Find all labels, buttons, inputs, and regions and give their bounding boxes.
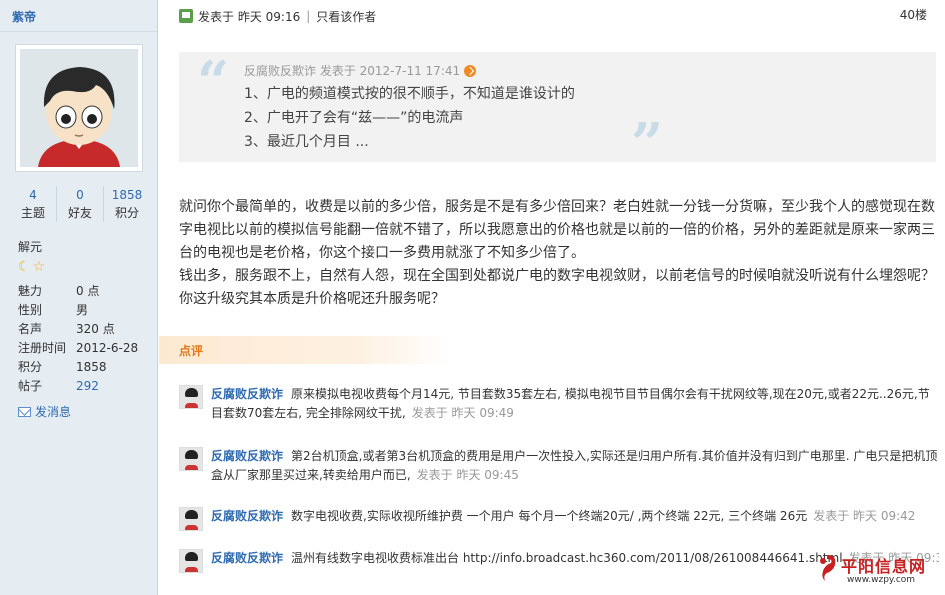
stat-topics-count: 4 (29, 188, 37, 202)
send-message-label: 发消息 (35, 405, 72, 419)
info-value: 1858 (76, 360, 107, 374)
info-value: 2012-6-28 (76, 341, 139, 355)
stat-points[interactable]: 1858 积分 (104, 186, 150, 222)
header-separator: | (306, 9, 311, 23)
site-title: 平阳信息网 (841, 557, 927, 576)
quote-block: “ 反腐败反欺诈 发表于 2012-7-11 17:41 1、广电的频道模式按的… (179, 49, 936, 174)
envelope-icon (18, 406, 31, 417)
info-value: 0 点 (76, 284, 100, 298)
comment-text: 数字电视收费,实际收视所维护费 一个用户 每个月一个终端20元/ ,两个终端 2… (291, 509, 808, 523)
comment-text: 第2台机顶盒,或者第3台机顶盒的费用是用户一次性投入,实际还是归用户所有.其价值… (211, 449, 938, 482)
avatar-image (20, 49, 138, 167)
stat-topics[interactable]: 4 主题 (10, 186, 57, 222)
commenter-avatar[interactable] (179, 549, 203, 573)
comment-time: 发表于 昨天 09:49 (411, 406, 514, 420)
info-key: 积分 (18, 360, 43, 374)
comments-label: 点评 (179, 344, 204, 358)
author-name-link[interactable]: 紫帝 (12, 10, 36, 24)
commenter-name[interactable]: 反腐败反欺诈 (211, 449, 283, 463)
stat-friends-count: 0 (76, 188, 84, 202)
author-row: 紫帝 (0, 0, 157, 32)
info-key: 名声 (18, 322, 43, 336)
commenter-avatar[interactable] (179, 447, 203, 471)
site-url: www.wzpy.com (847, 575, 916, 585)
jump-to-post-icon[interactable] (464, 64, 477, 77)
info-key: 性别 (18, 303, 43, 317)
quote-line: 3、最近几个月目 ... (244, 134, 369, 150)
only-author-link[interactable]: 只看该作者 (316, 8, 376, 25)
info-row-reputation: 名声 320 点 (18, 320, 148, 339)
info-value: 男 (76, 303, 89, 317)
info-row-posts: 帖子 292 (18, 377, 148, 396)
quote-header: 反腐败反欺诈 发表于 2012-7-11 17:41 (244, 62, 477, 79)
comment-item: 反腐败反欺诈 第2台机顶盒,或者第3台机顶盒的费用是用户一次性投入,实际还是归用户… (179, 447, 939, 507)
author-info-table: 魅力 0 点 性别 男 名声 320 点 注册时间 2012-6-28 积分 1… (18, 282, 148, 396)
posts-count-link[interactable]: 292 (76, 377, 99, 396)
post-paragraph: 钱出多，服务跟不上，自然有人怨，现在全国到处都说广电的数字电视敛财，以前老信号的… (179, 268, 935, 307)
stat-points-label: 积分 (114, 206, 139, 220)
info-key: 帖子 (18, 379, 43, 393)
site-watermark: 平阳信息网 www.wzpy.com (811, 551, 939, 591)
post-header: 发表于 昨天 09:16 | 只看该作者 40楼 (179, 6, 939, 26)
post-time: 发表于 昨天 09:16 (198, 9, 301, 24)
commenter-name[interactable]: 反腐败反欺诈 (211, 387, 283, 401)
star-icon: ☆ (32, 259, 46, 275)
stat-friends-label: 好友 (67, 206, 92, 220)
send-message-link[interactable]: 发消息 (18, 403, 71, 420)
comment-time: 发表于 昨天 09:45 (416, 468, 519, 482)
user-rank: 解元 (18, 240, 43, 254)
quote-line: 2、广电开了会有“兹——”的电流声 (244, 110, 464, 126)
post-main: 发表于 昨天 09:16 | 只看该作者 40楼 “ 反腐败反欺诈 发表于 20… (159, 0, 945, 595)
quote-lines: 1、广电的频道模式按的很不顺手，不知道是谁设计的 2、广电开了会有“兹——”的电… (244, 82, 575, 154)
info-row-charm: 魅力 0 点 (18, 282, 148, 301)
avatar[interactable] (15, 44, 143, 172)
rank-icons: ☾ ☆ (18, 260, 45, 274)
moon-icon: ☾ (18, 259, 31, 275)
comments-header: 点评 (159, 336, 449, 364)
author-stats: 4 主题 0 好友 1858 积分 (10, 186, 150, 222)
info-value: 320 点 (76, 322, 115, 336)
commenter-name[interactable]: 反腐败反欺诈 (211, 551, 283, 565)
info-row-gender: 性别 男 (18, 301, 148, 320)
commenter-avatar[interactable] (179, 385, 203, 409)
stat-points-count: 1858 (111, 188, 143, 202)
comment-text: 温州有线数字电视收费标准出台 http://info.broadcast.hc3… (291, 551, 843, 565)
floor-number[interactable]: 40楼 (900, 6, 927, 23)
quote-open-mark: “ (197, 49, 230, 115)
comment-time: 发表于 昨天 09:42 (813, 509, 916, 523)
stat-topics-label: 主题 (20, 206, 45, 220)
info-key: 魅力 (18, 284, 43, 298)
commenter-name[interactable]: 反腐败反欺诈 (211, 509, 283, 523)
quote-author: 反腐败反欺诈 发表于 2012-7-11 17:41 (244, 64, 461, 78)
commenter-avatar[interactable] (179, 507, 203, 531)
comments-list: 反腐败反欺诈 原来模拟电视收费每个月14元, 节目套数35套左右, 模拟电视节目节… (179, 385, 939, 579)
comment-text: 原来模拟电视收费每个月14元, 节目套数35套左右, 模拟电视节目节目偶尔会有干… (211, 387, 930, 420)
info-row-points: 积分 1858 (18, 358, 148, 377)
comment-item: 反腐败反欺诈 原来模拟电视收费每个月14元, 节目套数35套左右, 模拟电视节目节… (179, 385, 939, 447)
info-row-register-date: 注册时间 2012-6-28 (18, 339, 148, 358)
info-key: 注册时间 (18, 341, 67, 355)
comment-item: 反腐败反欺诈 数字电视收费,实际收视所维护费 一个用户 每个月一个终端20元/ ,… (179, 507, 939, 549)
author-sidebar: 紫帝 4 主题 0 好友 1858 积分 解元 ☾ ☆ 魅力 0 点 性别 男 … (0, 0, 158, 595)
quote-line: 1、广电的频道模式按的很不顺手，不知道是谁设计的 (244, 86, 575, 102)
post-content: 就问你个最简单的，收费是以前的多少倍，服务是不是有多少倍回来？老白姓就一分钱一分… (179, 196, 935, 311)
site-logo-icon (820, 555, 836, 581)
stat-friends[interactable]: 0 好友 (57, 186, 104, 222)
post-paragraph: 就问你个最简单的，收费是以前的多少倍，服务是不是有多少倍回来？老白姓就一分钱一分… (179, 199, 935, 261)
quote-close-mark: ” (631, 111, 664, 177)
post-status-icon (179, 9, 193, 23)
